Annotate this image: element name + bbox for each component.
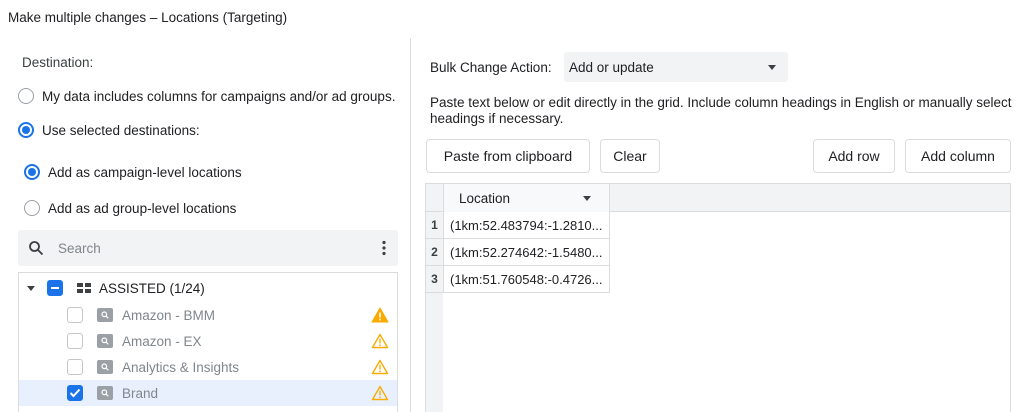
radio-button[interactable] [24, 164, 40, 180]
grid-row: 1 (1km:52.483794:-1.2810... [426, 212, 610, 239]
search-campaign-icon [97, 386, 113, 400]
grid-row: 3 (1km:51.760548:-0.4726... [426, 266, 610, 293]
paste-from-clipboard-button[interactable]: Paste from clipboard [426, 139, 590, 173]
destination-label: Destination: [22, 55, 94, 70]
campaign-checkbox[interactable] [67, 359, 83, 375]
radio-columns-option[interactable]: My data includes columns for campaigns a… [18, 88, 395, 104]
grid-cell[interactable]: (1km:52.274642:-1.5480... [443, 239, 610, 265]
account-icon [77, 283, 91, 293]
grid-instructions: Paste text below or edit directly in the… [430, 95, 1012, 126]
grid-cell[interactable]: (1km:51.760548:-0.4726... [443, 266, 610, 292]
campaign-label: Analytics & Insights [122, 359, 240, 375]
search-icon [18, 240, 54, 256]
campaign-checkbox[interactable] [67, 333, 83, 349]
warning-icon [371, 307, 389, 326]
campaign-label: Brand [122, 385, 159, 401]
search-campaign-icon [97, 308, 113, 322]
account-label: ASSISTED (1/24) [99, 280, 205, 296]
radio-selected-destinations[interactable]: Use selected destinations: [18, 122, 200, 138]
campaign-checkbox[interactable] [67, 307, 83, 323]
dropdown-arrow-icon [768, 65, 776, 70]
search-input[interactable] [54, 240, 370, 256]
warning-icon [371, 385, 389, 404]
radio-button[interactable] [18, 88, 34, 104]
grid-cell[interactable]: (1km:52.483794:-1.2810... [443, 212, 610, 238]
bulk-action-dropdown[interactable]: Add or update [564, 52, 788, 82]
row-number: 3 [431, 272, 438, 286]
warning-icon [371, 359, 389, 378]
search-campaign-icon [97, 360, 113, 374]
expand-caret-icon[interactable] [27, 285, 35, 291]
tree-campaign-row[interactable]: Brand [19, 380, 397, 406]
campaign-label: Amazon - BMM [122, 307, 216, 323]
bulk-action-label: Bulk Change Action: [430, 60, 552, 75]
bulk-action-value: Add or update [569, 59, 654, 75]
campaign-checkbox[interactable] [67, 385, 83, 401]
more-options-icon[interactable] [370, 240, 398, 256]
clear-button[interactable]: Clear [600, 139, 660, 173]
grid-row: 2 (1km:52.274642:-1.5480... [426, 239, 610, 266]
tree-campaign-row[interactable]: Analytics & Insights [19, 354, 397, 380]
radio-adgroup-level[interactable]: Add as ad group-level locations [24, 200, 236, 216]
add-row-button[interactable]: Add row [813, 139, 895, 173]
column-header-location[interactable]: Location [443, 184, 610, 212]
destination-tree: ASSISTED (1/24) Amazon - BMM Amazon - EX… [18, 272, 398, 412]
column-header-label: Location [459, 190, 511, 206]
dialog-title: Make multiple changes – Locations (Targe… [8, 10, 288, 25]
radio-button[interactable] [24, 200, 40, 216]
panel-divider [410, 38, 411, 412]
radio-campaign-level[interactable]: Add as campaign-level locations [24, 164, 242, 180]
radio-label: Use selected destinations: [42, 122, 200, 138]
tree-campaign-row[interactable]: Amazon - EX [19, 328, 397, 354]
radio-label: Add as campaign-level locations [48, 164, 242, 180]
search-campaign-icon [97, 334, 113, 348]
radio-label: Add as ad group-level locations [48, 200, 237, 216]
data-grid: Location 1 (1km:52.483794:-1.2810... 2 (… [425, 183, 1011, 412]
warning-icon [371, 333, 389, 352]
add-column-button[interactable]: Add column [905, 139, 1011, 173]
radio-label: My data includes columns for campaigns a… [42, 88, 396, 104]
tree-campaign-row[interactable]: Amazon - BMM [19, 302, 397, 328]
search-bar [18, 230, 398, 266]
row-number: 2 [431, 245, 438, 259]
campaign-label: Amazon - EX [122, 333, 202, 349]
row-number: 1 [431, 218, 438, 232]
tree-account-row[interactable]: ASSISTED (1/24) [19, 275, 397, 301]
radio-button[interactable] [18, 122, 34, 138]
column-dropdown-icon[interactable] [583, 196, 591, 201]
account-checkbox[interactable] [47, 280, 63, 296]
